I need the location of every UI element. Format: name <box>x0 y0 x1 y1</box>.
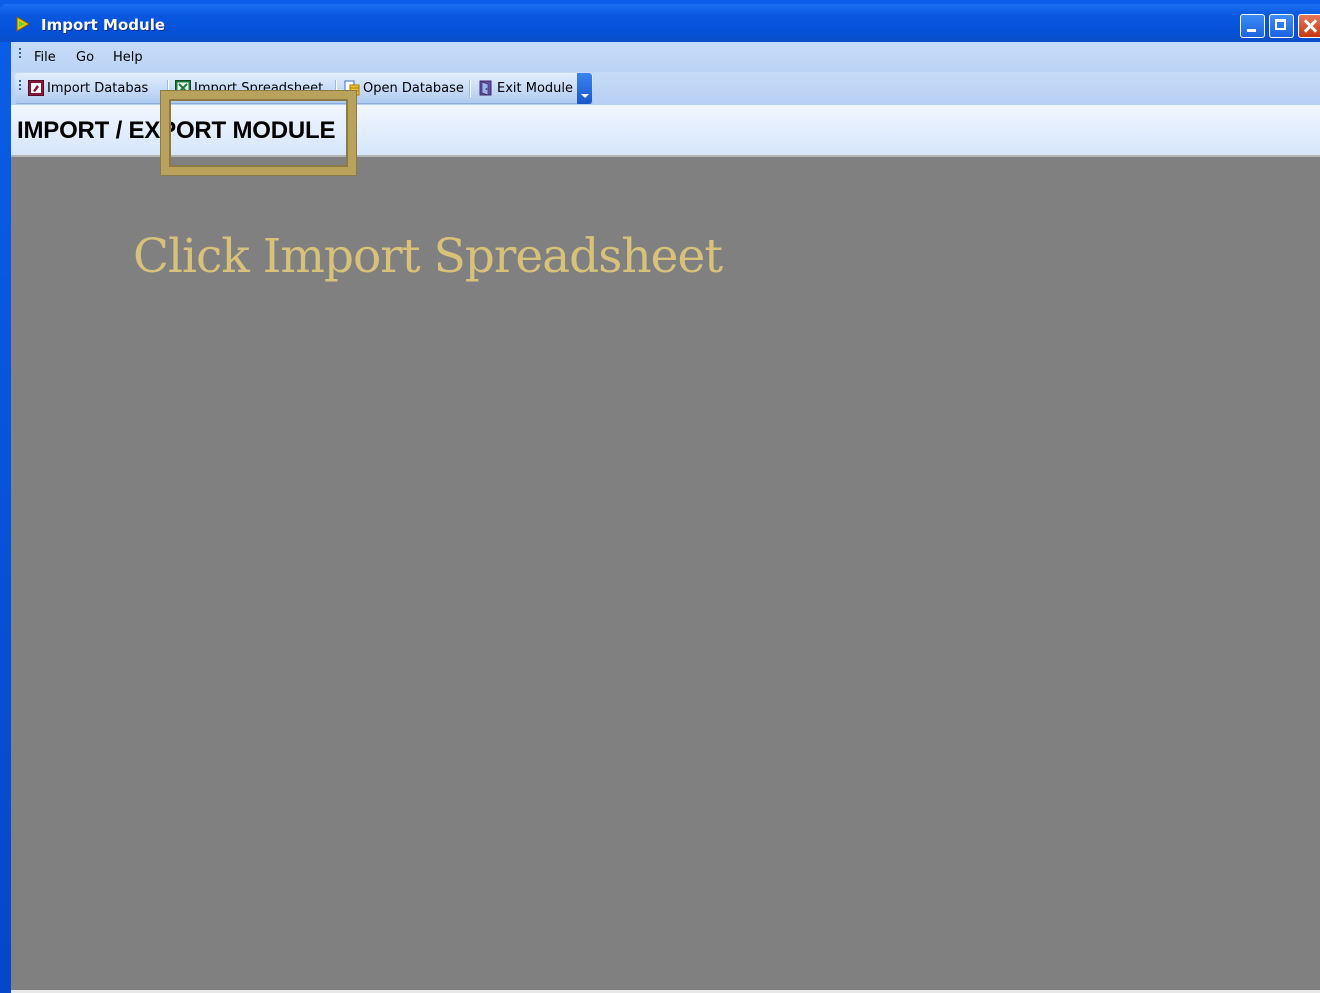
exit-module-label: Exit Module <box>497 80 574 96</box>
minimize-button[interactable] <box>1240 14 1265 38</box>
exit-door-icon <box>479 80 492 96</box>
menu-bar: File Go Help <box>11 42 1320 72</box>
toolbar-grip-icon[interactable] <box>19 80 22 92</box>
open-database-button[interactable]: Open Database <box>344 77 464 99</box>
import-database-button[interactable]: Import Databas <box>28 77 148 99</box>
menu-go[interactable]: Go <box>76 50 94 65</box>
application-window: Import Module File Go Help Import Databa… <box>0 0 1320 993</box>
app-arrow-icon <box>16 16 30 32</box>
menu-help[interactable]: Help <box>113 50 143 65</box>
window-title: Import Module <box>41 16 166 34</box>
menu-grip-icon[interactable] <box>19 48 22 60</box>
close-button[interactable] <box>1298 14 1320 38</box>
exit-module-button[interactable]: Exit Module <box>478 77 573 99</box>
client-area: File Go Help Import Databas Import Sprea… <box>11 42 1320 993</box>
toolbar-separator <box>469 80 471 97</box>
menu-file[interactable]: File <box>34 50 56 65</box>
title-bar[interactable]: Import Module <box>0 4 1320 42</box>
import-database-label: Import Databas <box>47 80 149 96</box>
maximize-button[interactable] <box>1269 14 1294 38</box>
open-database-label: Open Database <box>363 80 464 96</box>
toolbar-overflow-button[interactable] <box>577 73 592 104</box>
instruction-caption: Click Import Spreadsheet <box>133 229 723 284</box>
highlight-box <box>161 91 356 175</box>
access-database-icon <box>28 80 44 96</box>
